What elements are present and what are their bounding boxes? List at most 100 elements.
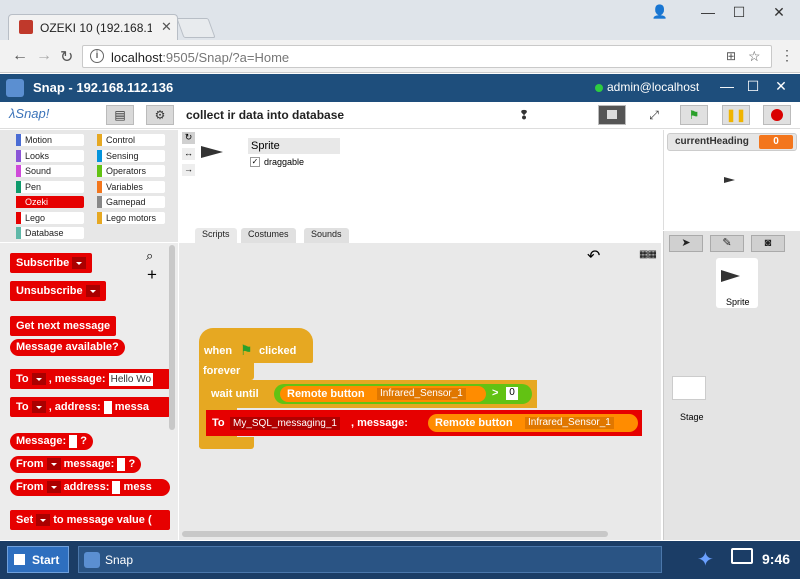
profile-icon[interactable]: 👤 — [646, 4, 674, 20]
category-gamepad[interactable]: Gamepad — [97, 196, 165, 208]
stop-button[interactable] — [763, 105, 791, 125]
category-color-swatch — [16, 134, 21, 146]
url-field[interactable]: i localhost:9505/Snap/?a=Home ⊞ ☆ — [82, 45, 772, 68]
script-area-scrollbar[interactable] — [182, 531, 608, 537]
bookmark-star-icon[interactable]: ☆ — [748, 48, 761, 65]
tab-costumes[interactable]: Costumes — [241, 228, 296, 243]
no-rotate-icon[interactable]: → — [182, 164, 195, 176]
category-ozeki[interactable]: Ozeki — [16, 196, 84, 208]
value-input[interactable]: 0 — [506, 387, 518, 400]
browser-tab[interactable]: OZEKI 10 (192.168.112.13 ✕ — [8, 14, 178, 40]
display-icon[interactable] — [731, 548, 753, 564]
stage-thumbnail[interactable] — [672, 376, 706, 400]
menu-dots-icon[interactable]: ⋮ — [780, 47, 794, 64]
message-available-block[interactable]: Message available? — [10, 339, 125, 356]
snap-logo[interactable]: λSnap! — [9, 106, 49, 121]
dropdown-arrow-icon[interactable] — [72, 257, 87, 270]
wait-until-block[interactable]: wait until Remote button Infrared_Sensor… — [206, 380, 537, 408]
send-address-block[interactable]: To , address: messa — [10, 397, 170, 417]
category-sound[interactable]: Sound — [16, 165, 84, 177]
dropdown-arrow-icon[interactable] — [46, 481, 61, 494]
single-step-button[interactable]: ❢ — [510, 105, 538, 125]
robot-icon[interactable]: ✦ — [697, 547, 714, 572]
forward-arrow-icon[interactable]: → — [36, 47, 52, 65]
get-next-message-block[interactable]: Get next message — [10, 316, 117, 336]
palette-scrollbar[interactable] — [169, 245, 175, 430]
turtle-sprite-button[interactable]: ➤ — [669, 235, 703, 252]
stage-size-normal-button[interactable] — [598, 105, 626, 125]
search-icon[interactable]: ⌕ — [146, 248, 153, 264]
category-looks[interactable]: Looks — [16, 149, 84, 162]
set-message-value-block[interactable]: Set to message value ( — [10, 510, 170, 530]
draggable-checkbox[interactable]: ✓ — [250, 157, 260, 167]
unsubscribe-block[interactable]: Unsubscribe — [10, 281, 106, 301]
current-heading-watcher[interactable]: currentHeading 0 — [667, 133, 797, 151]
rotate-free-icon[interactable]: ↻ — [182, 132, 195, 144]
message-input[interactable] — [117, 457, 126, 471]
remote-button-reporter[interactable]: Remote button Infrared_Sensor_1 — [280, 386, 486, 402]
category-lego[interactable]: Lego — [16, 211, 84, 224]
tab-sounds[interactable]: Sounds — [304, 228, 349, 243]
sprite-name-field[interactable]: Sprite — [248, 138, 340, 154]
green-flag-button[interactable]: ⚑ — [680, 105, 708, 125]
dropdown-arrow-icon[interactable] — [31, 401, 46, 414]
start-button[interactable]: Start — [7, 546, 69, 573]
sprite-arrow-icon[interactable] — [724, 177, 735, 183]
settings-gear-button[interactable]: ⚙ — [146, 105, 174, 125]
new-tab-button[interactable] — [176, 18, 216, 38]
category-database[interactable]: Database — [16, 227, 84, 239]
back-arrow-icon[interactable]: ← — [12, 47, 28, 65]
message-input[interactable]: Hello Wo — [108, 372, 154, 386]
dropdown-arrow-icon[interactable] — [85, 285, 100, 298]
category-variables[interactable]: Variables — [97, 180, 165, 193]
rotate-flip-icon[interactable]: ↔ — [182, 148, 195, 160]
pause-button[interactable]: ❚❚ — [722, 105, 750, 125]
category-operators[interactable]: Operators — [97, 165, 165, 177]
paint-brush-button[interactable]: ✎ — [710, 235, 744, 252]
dropdown-arrow-icon[interactable] — [36, 514, 51, 527]
snap-close-icon[interactable]: ✕ — [771, 78, 791, 95]
reload-icon[interactable]: ↻ — [60, 47, 73, 67]
draggable-label: draggable — [264, 157, 305, 167]
address-input[interactable] — [103, 400, 112, 414]
dropdown-arrow-icon[interactable] — [46, 458, 61, 471]
address-input[interactable] — [112, 480, 121, 494]
category-label: Gamepad — [106, 197, 146, 207]
file-menu-button[interactable]: ▤ — [106, 105, 134, 125]
target-dropdown[interactable]: My_SQL_messaging_1 — [230, 417, 340, 430]
dropdown-arrow-icon[interactable] — [31, 373, 46, 386]
category-motion[interactable]: Motion — [16, 134, 84, 146]
when-flag-clicked-block[interactable]: when ⚑ clicked — [199, 328, 313, 363]
tab-scripts[interactable]: Scripts — [195, 228, 237, 243]
message-reporter-block[interactable]: Message: ? — [10, 433, 93, 450]
category-sensing[interactable]: Sensing — [97, 149, 165, 162]
remote-button-reporter-2[interactable]: Remote button Infrared_Sensor_1 — [428, 414, 638, 432]
sensor-dropdown[interactable]: Infrared_Sensor_1 — [377, 388, 466, 400]
category-control[interactable]: Control — [97, 134, 165, 146]
presentation-mode-button[interactable]: ⤢ — [640, 105, 668, 125]
undo-icon[interactable]: ↶ — [587, 246, 600, 266]
from-message-block[interactable]: From message: ? — [10, 456, 142, 473]
snap-taskbar-item[interactable]: Snap — [78, 546, 662, 573]
snap-minimize-icon[interactable]: — — [717, 78, 737, 94]
minimize-icon[interactable]: — — [694, 4, 722, 20]
tab-close-icon[interactable]: ✕ — [161, 19, 172, 35]
sensor-dropdown[interactable]: Infrared_Sensor_1 — [525, 417, 614, 429]
greater-than-block[interactable]: Remote button Infrared_Sensor_1 > 0 — [274, 384, 532, 404]
keyboard-icon[interactable]: ▦▦ — [639, 249, 657, 260]
maximize-icon[interactable]: ☐ — [725, 4, 753, 21]
info-icon[interactable]: i — [90, 49, 104, 63]
subscribe-block[interactable]: Subscribe — [10, 253, 93, 273]
snap-maximize-icon[interactable]: ☐ — [743, 78, 763, 95]
category-lego-motors[interactable]: Lego motors — [97, 211, 165, 224]
send-message-script-block[interactable]: To My_SQL_messaging_1 , message: Remote … — [206, 410, 642, 436]
message-input[interactable] — [69, 434, 78, 448]
close-window-icon[interactable]: ✕ — [765, 4, 793, 21]
send-message-block[interactable]: To , message: Hello Wo — [10, 369, 170, 389]
translate-icon[interactable]: ⊞ — [726, 49, 736, 63]
add-block-icon[interactable]: + — [147, 265, 157, 285]
from-address-block[interactable]: From address: mess — [10, 479, 170, 496]
camera-button[interactable]: ◙ — [751, 235, 785, 252]
category-pen[interactable]: Pen — [16, 180, 84, 193]
scripting-area[interactable]: ↶ ▦▦ when ⚑ clicked forever forever wait… — [179, 243, 661, 540]
